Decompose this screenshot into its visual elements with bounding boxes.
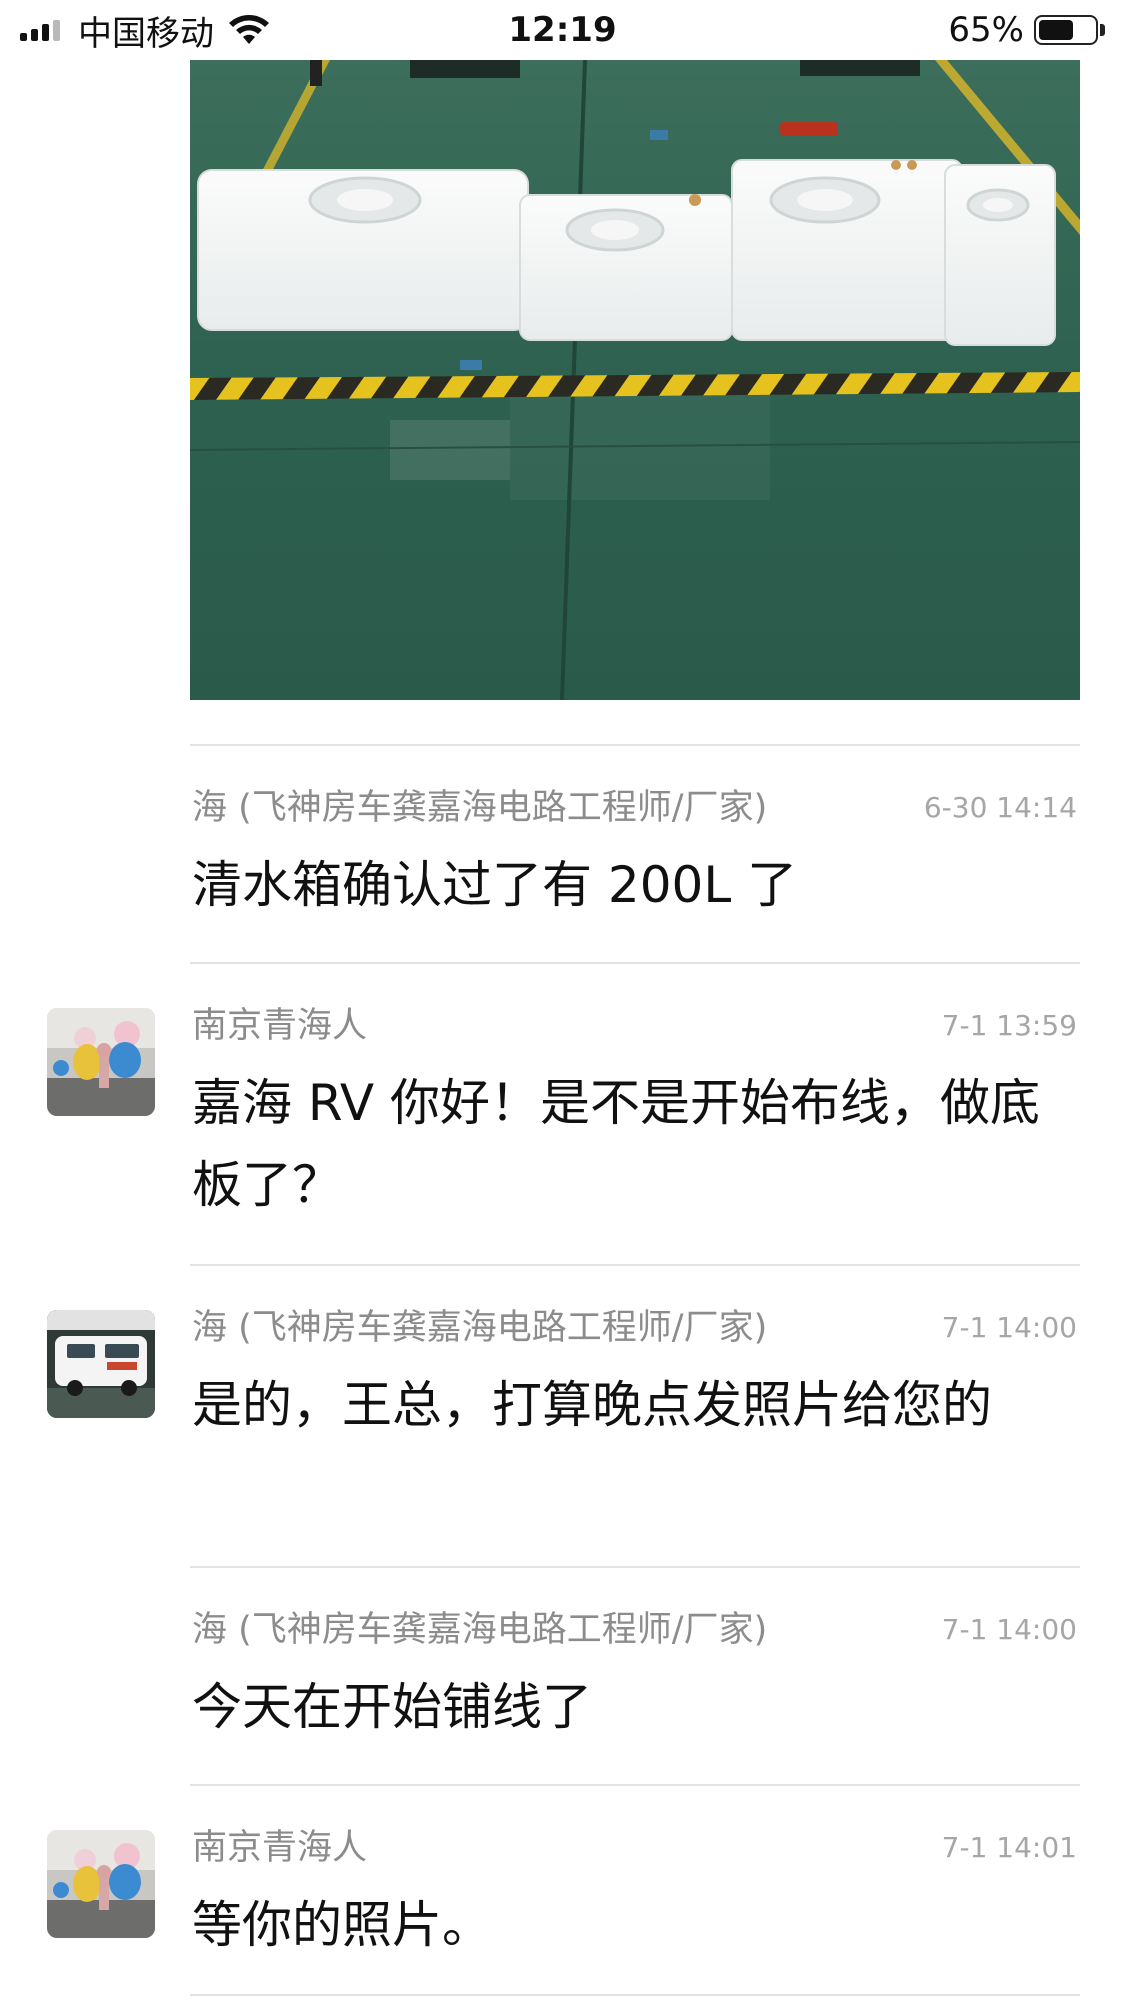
avatar[interactable] [47, 1310, 155, 1418]
status-bar: 中国移动 12:19 65% [0, 0, 1125, 60]
sender-name: 南京青海人 [192, 1006, 368, 1046]
avatar[interactable] [47, 1008, 155, 1116]
message-text: 嘉海 RV 你好！是不是开始布线，做底板了？ [192, 1074, 1040, 1214]
avatar-rv-icon [47, 1310, 155, 1418]
divider [190, 1264, 1080, 1266]
status-right: 65% [948, 8, 1105, 52]
sender-name: 海 (飞神房车龚嘉海电路工程师/厂家) [192, 788, 768, 828]
divider [190, 1994, 1080, 1996]
chat-message[interactable]: 南京青海人 7-1 14:01 等你的照片。 [0, 1826, 1125, 1986]
chat-message[interactable]: 南京青海人 7-1 13:59 嘉海 RV 你好！是不是开始布线，做底板了？ [0, 1004, 1125, 1244]
battery-fill [1039, 20, 1073, 40]
divider [190, 1566, 1080, 1568]
message-photo[interactable] [190, 60, 1080, 700]
message-time: 6-30 14:14 [923, 791, 1077, 824]
message-time: 7-1 13:59 [941, 1009, 1077, 1042]
divider [190, 962, 1080, 964]
avatar-people-statues-icon [47, 1008, 155, 1116]
chat-message[interactable]: 海 (飞神房车龚嘉海电路工程师/厂家) 7-1 14:00 今天在开始铺线了 [0, 1608, 1125, 1768]
battery-percent: 65% [948, 10, 1024, 50]
divider [190, 1784, 1080, 1786]
avatar[interactable] [47, 1830, 155, 1938]
battery-cap [1100, 24, 1105, 36]
message-time: 7-1 14:01 [941, 1831, 1077, 1864]
message-text: 清水箱确认过了有 200L 了 [192, 856, 798, 914]
battery-icon [1034, 15, 1098, 45]
sender-name: 南京青海人 [192, 1828, 368, 1868]
chat-message[interactable]: 海 (飞神房车龚嘉海电路工程师/厂家) 6-30 14:14 清水箱确认过了有 … [0, 786, 1125, 946]
divider [190, 744, 1080, 746]
message-text: 今天在开始铺线了 [192, 1678, 592, 1736]
message-text: 等你的照片。 [192, 1896, 492, 1954]
message-time: 7-1 14:00 [941, 1311, 1077, 1344]
sender-name: 海 (飞神房车龚嘉海电路工程师/厂家) [192, 1610, 768, 1650]
message-time: 7-1 14:00 [941, 1613, 1077, 1646]
image-photo-water-tanks-icon [190, 60, 1080, 700]
sender-name: 海 (飞神房车龚嘉海电路工程师/厂家) [192, 1308, 768, 1348]
avatar-people-statues-icon [47, 1830, 155, 1938]
chat-message[interactable]: 海 (飞神房车龚嘉海电路工程师/厂家) 7-1 14:00 是的，王总，打算晚点… [0, 1306, 1125, 1546]
message-text: 是的，王总，打算晚点发照片给您的 [192, 1376, 992, 1434]
